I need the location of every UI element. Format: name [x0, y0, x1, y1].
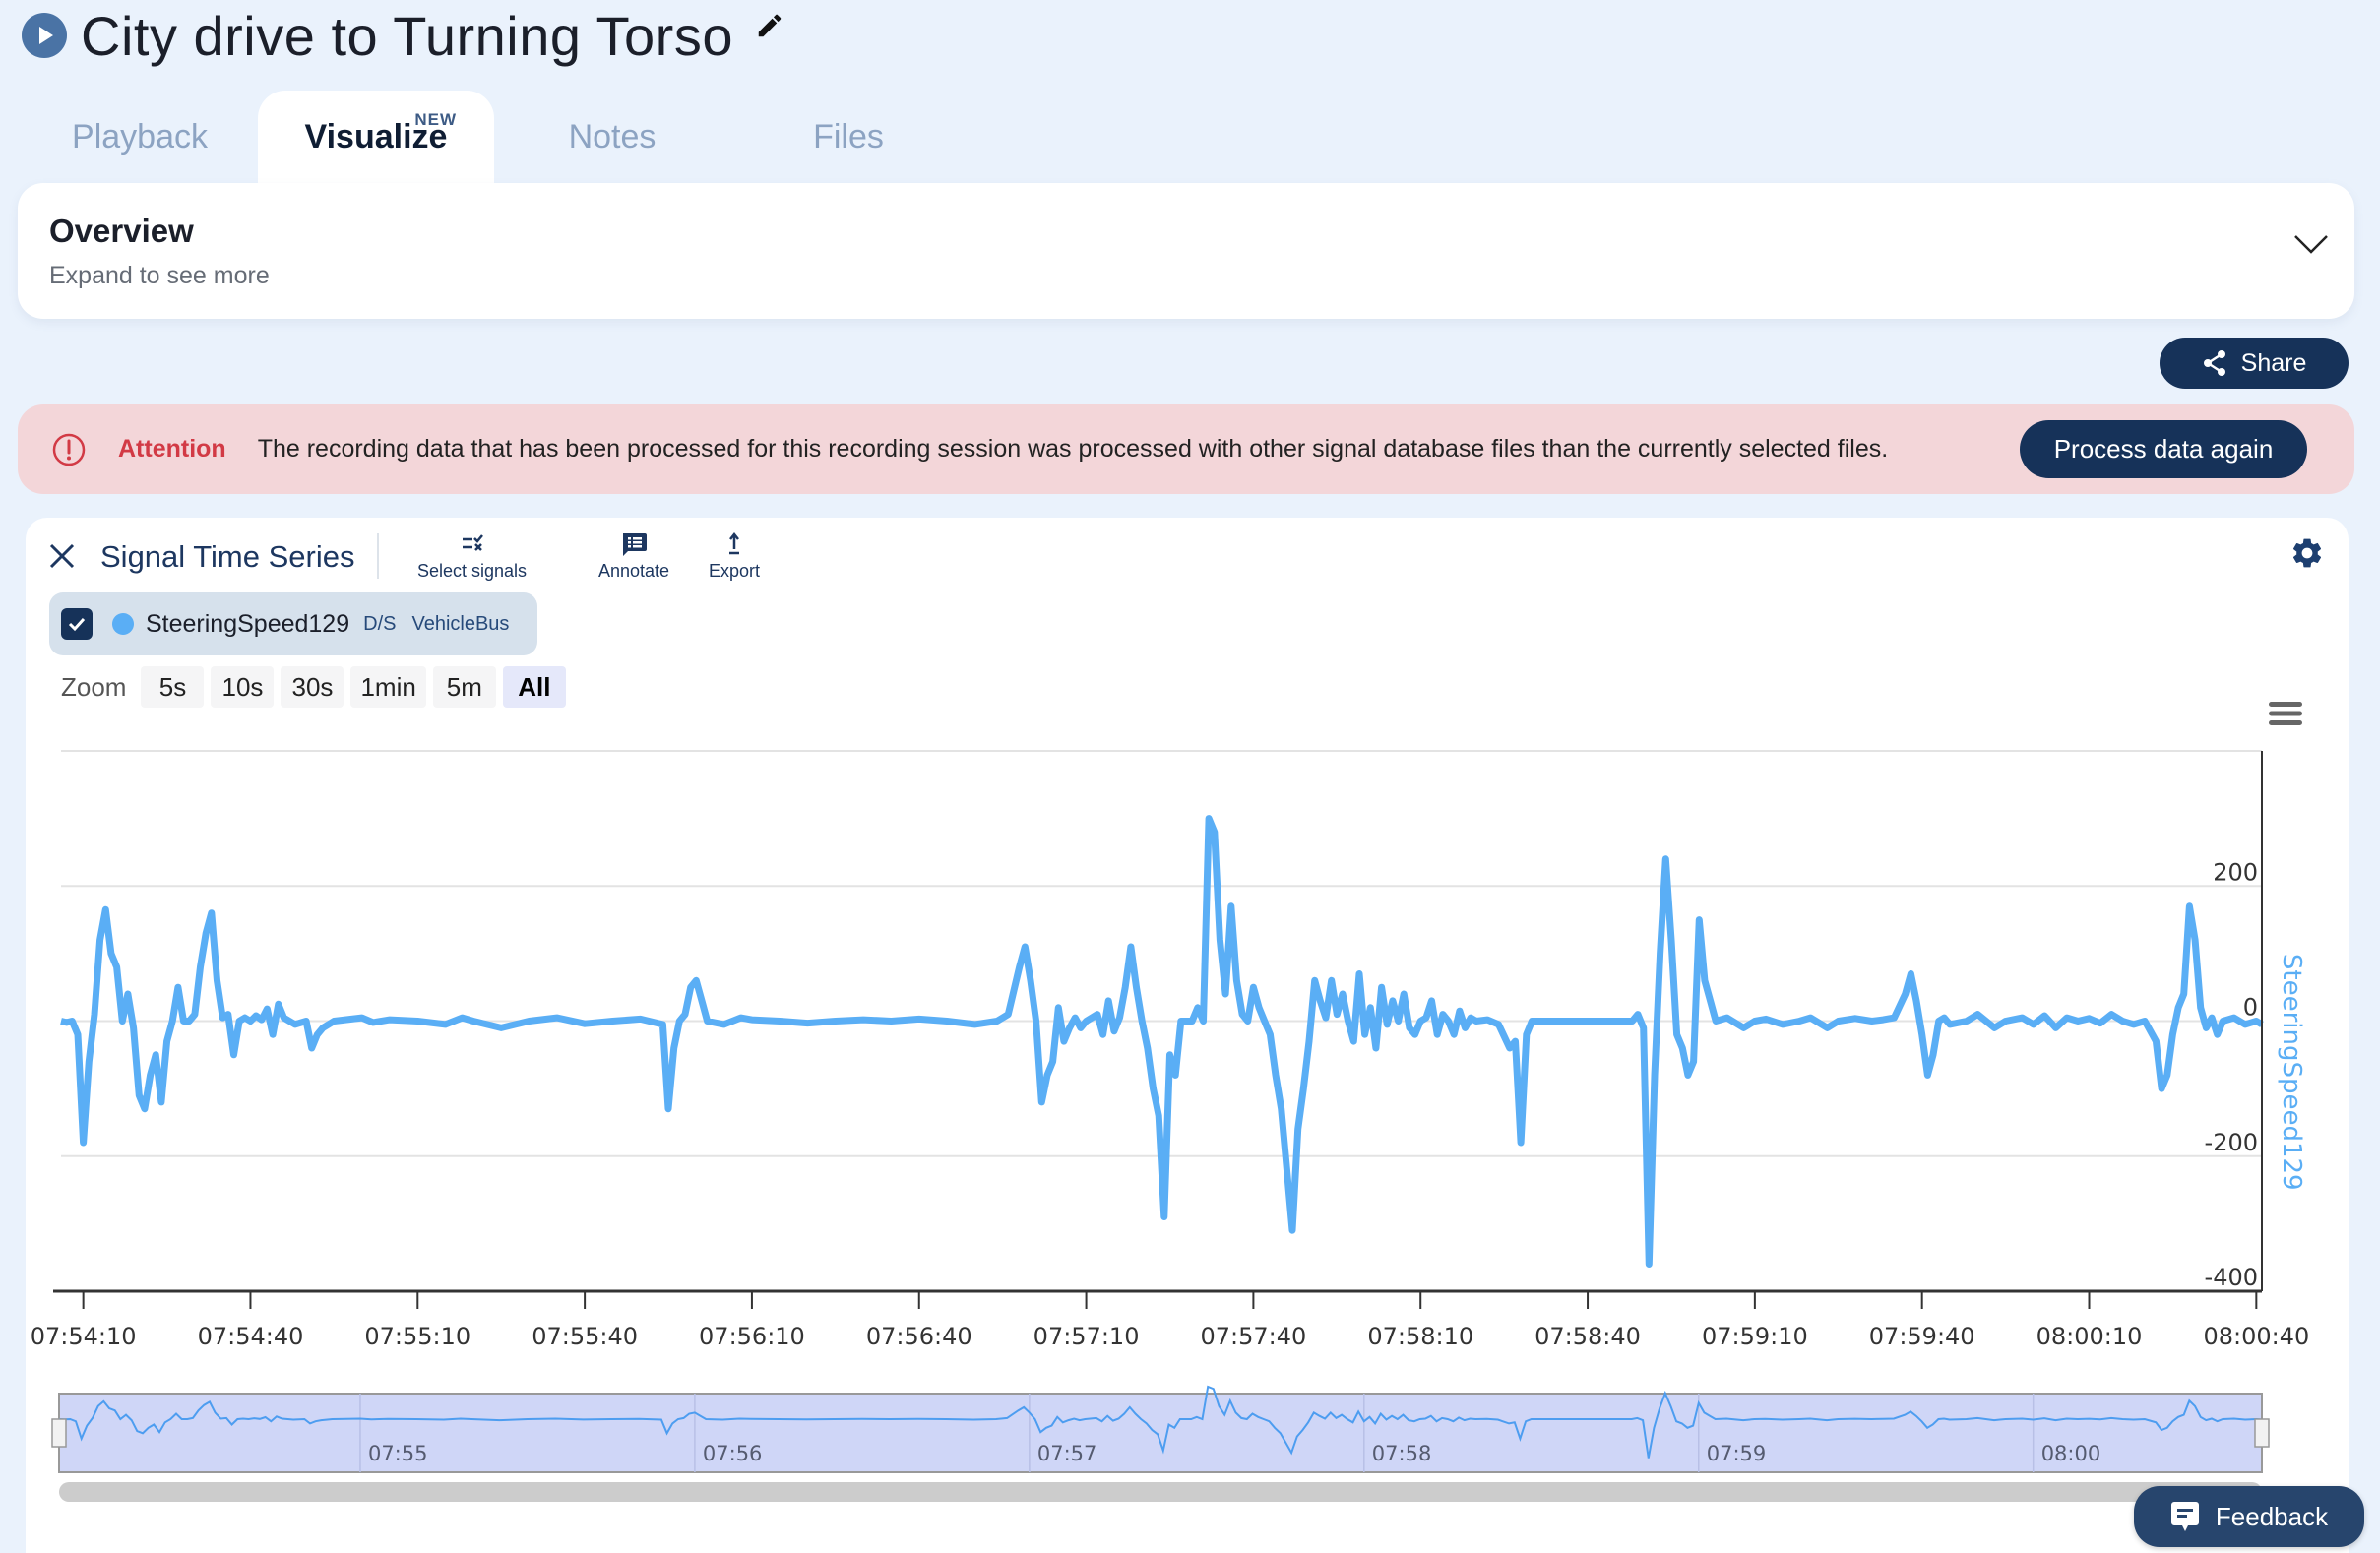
x-tick-label: 08:00:40 — [2203, 1323, 2309, 1350]
page-title: City drive to Turning Torso — [81, 4, 733, 67]
overview-card[interactable]: Overview Expand to see more — [18, 183, 2354, 319]
x-tick-label: 07:56:10 — [699, 1323, 805, 1350]
x-tick-label: 07:58:10 — [1367, 1323, 1473, 1350]
play-circle-icon[interactable] — [22, 13, 67, 58]
y-tick-label: -400 — [2205, 1264, 2258, 1291]
share-icon — [2203, 350, 2225, 376]
new-badge: NEW — [414, 110, 457, 129]
alert-title: Attention — [118, 435, 226, 463]
tab-label: Notes — [568, 118, 657, 155]
navigator-label: 08:00 — [2041, 1442, 2101, 1465]
signal-time-series-panel: Signal Time Series Select signals Annota… — [26, 518, 2349, 1553]
x-tick-label: 07:54:10 — [31, 1323, 137, 1350]
x-tick-label: 07:59:40 — [1869, 1323, 1975, 1350]
pencil-icon[interactable] — [755, 11, 784, 40]
y-tick-labels: -400 -200 0 200 — [2205, 858, 2258, 1291]
y-tick-label: 200 — [2213, 858, 2258, 886]
overview-subtitle: Expand to see more — [49, 262, 270, 289]
navigator[interactable]: 07:55 07:56 07:57 07:58 07:59 08:00 — [51, 1385, 2270, 1502]
alert-message: The recording data that has been process… — [257, 435, 1889, 463]
navigator-label: 07:56 — [703, 1442, 763, 1465]
y-tick-label: 0 — [2243, 994, 2258, 1022]
tab-files[interactable]: Files — [730, 91, 967, 184]
attention-banner: Attention The recording data that has be… — [18, 404, 2354, 494]
navigator-handle-right[interactable] — [2254, 1418, 2270, 1448]
share-label: Share — [2240, 348, 2307, 377]
navigator-label: 07:58 — [1372, 1442, 1432, 1465]
alert-circle-icon — [52, 433, 86, 466]
tab-bar: Playback Visualize NEW Notes Files — [22, 91, 967, 184]
feedback-icon — [2170, 1502, 2199, 1531]
navigator-label: 07:55 — [368, 1442, 428, 1465]
title-row: City drive to Turning Torso — [22, 0, 784, 71]
navigator-label: 07:59 — [1707, 1442, 1767, 1465]
x-tick-label: 07:57:10 — [1033, 1323, 1140, 1350]
navigator-scrollbar[interactable] — [59, 1482, 2262, 1502]
x-tick-labels: 07:54:10 07:54:40 07:55:10 07:55:40 07:56:10… — [31, 1291, 2309, 1350]
navigator-label: 07:57 — [1037, 1442, 1097, 1465]
tab-label: Files — [813, 118, 884, 155]
overview-title: Overview — [49, 213, 194, 249]
x-tick-label: 07:55:10 — [364, 1323, 470, 1350]
x-tick-label: 07:56:40 — [866, 1323, 972, 1350]
y-axis-title: SteeringSpeed129 — [2277, 954, 2306, 1191]
y-tick-label: -200 — [2205, 1129, 2258, 1156]
tab-notes[interactable]: Notes — [494, 91, 730, 184]
x-tick-label: 08:00:10 — [2036, 1323, 2143, 1350]
time-series-chart[interactable]: -400-2000200 07:54:10 07:54:40 07:55:10 07:… — [26, 518, 2349, 1553]
x-tick-label: 07:59:10 — [1702, 1323, 1808, 1350]
x-tick-label: 07:54:40 — [198, 1323, 304, 1350]
feedback-button[interactable]: Feedback — [2134, 1486, 2364, 1547]
share-button[interactable]: Share — [2160, 338, 2349, 389]
tab-label: Playback — [72, 118, 208, 155]
x-tick-label: 07:57:40 — [1201, 1323, 1307, 1350]
navigator-handle-left[interactable] — [51, 1418, 67, 1448]
x-tick-label: 07:55:40 — [532, 1323, 638, 1350]
process-data-again-button[interactable]: Process data again — [2020, 420, 2307, 478]
tab-playback[interactable]: Playback — [22, 91, 258, 184]
chevron-down-icon[interactable] — [2291, 230, 2331, 258]
tab-visualize[interactable]: Visualize NEW — [258, 91, 494, 184]
feedback-label: Feedback — [2215, 1501, 2329, 1531]
x-tick-label: 07:58:40 — [1534, 1323, 1641, 1350]
